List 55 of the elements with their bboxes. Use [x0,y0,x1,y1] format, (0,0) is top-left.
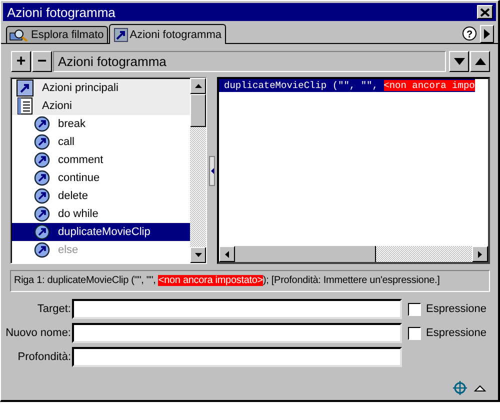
close-button[interactable] [477,5,493,19]
triangle-right-icon [484,29,490,39]
input-field[interactable] [72,347,402,367]
action-icon [34,188,50,204]
action-icon [34,116,50,132]
triangle-left-icon [225,250,229,258]
splitter-handle[interactable] [209,156,215,186]
triangle-down-icon [454,58,464,65]
crosshair-target-icon[interactable] [453,381,467,395]
list-item[interactable]: comment [12,151,190,169]
tab[interactable]: Azioni fotogramma [108,24,226,44]
move-up-button[interactable] [470,51,490,72]
action-icon [34,134,50,150]
expression-checkbox[interactable]: Espressione [408,302,487,316]
arrow-icon [114,28,128,42]
list-group[interactable]: Azioni [12,97,190,115]
action-icon [34,242,50,258]
list-item[interactable]: call [12,133,190,151]
triangle-up-icon [194,84,202,88]
field-label: Nuovo nome: [4,327,72,339]
script-editor[interactable]: duplicateMovieClip ("", "", <non ancora impo [217,77,490,264]
horizontal-scrollbar[interactable] [219,246,488,262]
move-down-button[interactable] [449,51,469,72]
list-item[interactable]: duplicateMovieClip [12,223,190,241]
action-icon [34,206,50,222]
remove-button[interactable]: − [32,51,52,72]
status-message: Riga 1: duplicateMovieClip ("", "", <non ancora impostato>); [Profondità: Immettere un'espressione.] [10,270,490,292]
expression-checkbox[interactable]: Espressione [408,326,487,340]
input-field[interactable] [72,323,402,343]
book-icon [16,97,34,115]
triangle-up-icon[interactable] [474,384,486,392]
tab[interactable]: Esplora filmato [6,26,108,43]
list-item[interactable]: continue [12,169,190,187]
panel-menu-button[interactable] [480,25,494,43]
vertical-scrollbar[interactable] [190,78,206,263]
triangle-left-icon [210,168,214,174]
action-icon [34,224,50,240]
action-icon [34,170,50,186]
panel-title: Azioni fotogramma [53,51,446,72]
list-item[interactable]: break [12,115,190,133]
triangle-up-icon [474,58,486,65]
triangle-down-icon [194,253,202,257]
scroll-thumb[interactable] [235,246,376,262]
triangle-right-icon [478,250,482,258]
field-label: Profondità: [16,351,72,363]
list-item[interactable]: do while [12,205,190,223]
window-title: Azioni fotogramma [7,4,116,20]
list-item[interactable]: delete [12,187,190,205]
help-icon[interactable]: ? [462,26,477,41]
action-icon [34,152,50,168]
close-icon [480,8,490,16]
list-group[interactable]: Azioni principali [12,79,190,97]
input-field[interactable] [72,299,402,319]
add-button[interactable]: + [11,51,31,72]
field-label: Target: [36,303,72,315]
